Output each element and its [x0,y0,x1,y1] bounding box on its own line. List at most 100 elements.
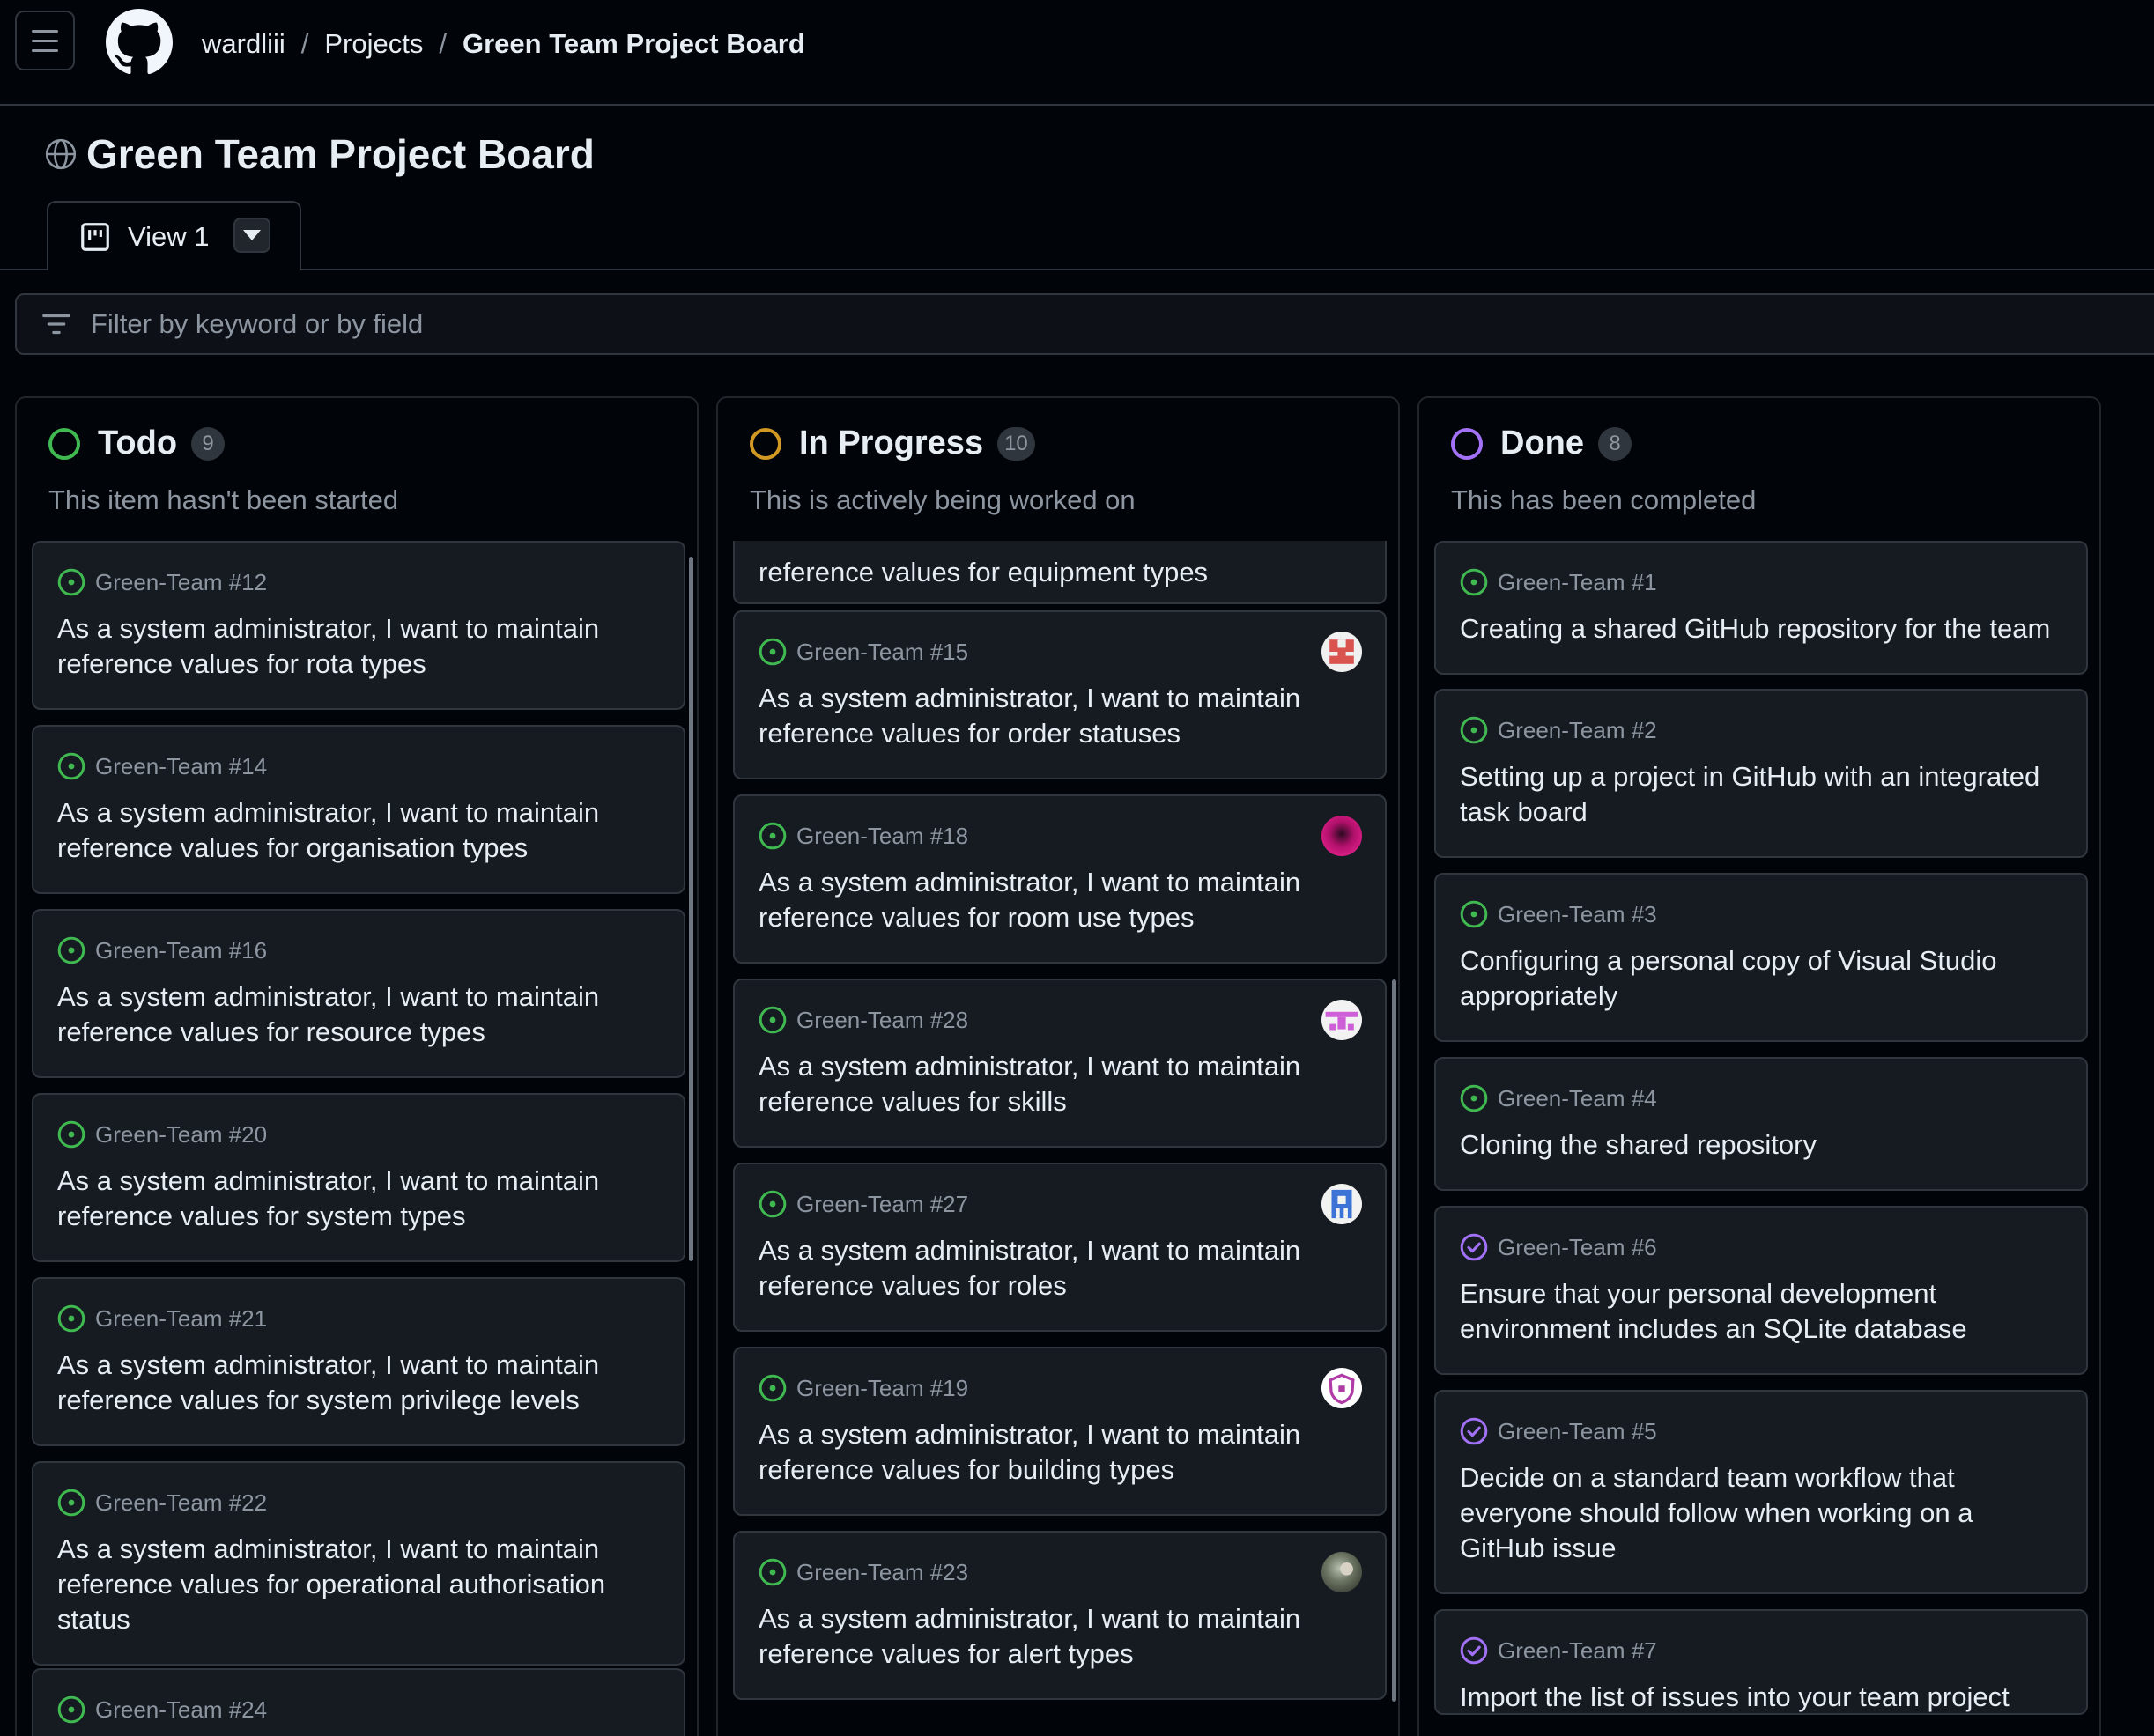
issue-title[interactable]: As a system administrator, I want to mai… [57,1532,656,1637]
issue-title[interactable]: As a system administrator, I want to mai… [759,1049,1358,1119]
issue-ref[interactable]: Green-Team #5 [1498,1418,1657,1445]
issue-ref[interactable]: Green-Team #19 [796,1375,968,1402]
issue-card[interactable]: Green-Team #14 As a system administrator,… [32,725,685,894]
column-description: This item hasn't been started [48,484,399,515]
column-title: Done [1500,425,1584,462]
issue-title[interactable]: As a system administrator, I want to mai… [759,681,1358,751]
issue-title[interactable]: As a system administrator, I want to mai… [759,865,1358,935]
issue-card[interactable]: Green-Team #23 As a system administrator,… [733,1531,1387,1700]
assignee-avatar[interactable] [1321,632,1362,672]
breadcrumb-projects-link[interactable]: Projects [324,25,423,63]
menu-line [32,48,58,52]
issue-card[interactable]: Green-Team #22 As a system administrator,… [32,1461,685,1666]
breadcrumb-owner-link[interactable]: wardliii [202,25,285,63]
issue-ref[interactable]: Green-Team #28 [796,1007,968,1034]
issue-open-icon [759,1190,787,1218]
column-items: reference values for equipment types Gree… [733,541,1387,1736]
issue-ref[interactable]: Green-Team #1 [1498,569,1657,596]
column-description: This is actively being worked on [750,484,1136,515]
issue-title[interactable]: Cloning the shared repository [1460,1127,2059,1163]
breadcrumb: wardliii / Projects / Green Team Project… [202,25,805,63]
column-scrollbar[interactable] [1392,979,1396,1702]
issue-card[interactable]: Green-Team #28 As a system administrator,… [733,979,1387,1148]
column-items: Green-Team #12 As a system administrator,… [32,541,685,1736]
issue-title[interactable]: reference values for equipment types [759,555,1358,590]
page-title: Green Team Project Board [86,131,595,177]
hamburger-menu-button[interactable] [15,11,75,70]
issue-card[interactable]: Green-Team #4 Cloning the shared reposito… [1434,1057,2088,1191]
issue-ref[interactable]: Green-Team #15 [796,639,968,666]
issue-ref-row: Green-Team #7 [1459,1636,1657,1666]
issue-card[interactable]: Green-Team #24 [32,1668,685,1736]
column-done: Done 8 This has been completed Green-Tea… [1417,396,2101,1736]
issue-ref[interactable]: Green-Team #18 [796,823,968,850]
issue-ref[interactable]: Green-Team #4 [1498,1085,1657,1112]
issue-card[interactable]: Green-Team #16 As a system administrator,… [32,909,685,1078]
issue-ref-row: Green-Team #16 [56,935,267,965]
issue-title[interactable]: Setting up a project in GitHub with an i… [1460,759,2059,830]
issue-card[interactable]: Green-Team #27 As a system administrator,… [733,1163,1387,1332]
issue-card[interactable]: Green-Team #15 As a system administrator,… [733,610,1387,779]
filter-input[interactable] [89,307,1150,341]
assignee-avatar[interactable] [1321,1368,1362,1408]
issue-ref[interactable]: Green-Team #6 [1498,1234,1657,1261]
issue-ref[interactable]: Green-Team #3 [1498,901,1657,928]
issue-card[interactable]: Green-Team #21 As a system administrator,… [32,1277,685,1446]
column-status-icon [48,427,80,460]
issue-title[interactable]: Import the list of issues into your team… [1460,1680,2059,1715]
issue-card[interactable]: Green-Team #1 Creating a shared GitHub re… [1434,541,2088,675]
issue-ref[interactable]: Green-Team #7 [1498,1637,1657,1665]
issue-ref[interactable]: Green-Team #21 [95,1305,267,1333]
issue-title[interactable]: As a system administrator, I want to mai… [57,1163,656,1234]
view-options-button[interactable] [233,218,270,253]
issue-title[interactable]: Decide on a standard team workflow that … [1460,1460,2059,1566]
issue-title[interactable]: As a system administrator, I want to mai… [57,979,656,1050]
issue-ref[interactable]: Green-Team #24 [95,1696,267,1724]
issue-ref[interactable]: Green-Team #14 [95,753,267,780]
issue-open-icon [57,568,85,596]
issue-card[interactable]: Green-Team #6 Ensure that your personal d… [1434,1206,2088,1375]
assignee-avatar[interactable] [1321,1552,1362,1592]
issue-ref[interactable]: Green-Team #16 [95,937,267,964]
issue-card[interactable]: Green-Team #12 As a system administrator,… [32,541,685,710]
issue-card[interactable]: Green-Team #7 Import the list of issues i… [1434,1609,2088,1715]
top-header: wardliii / Projects / Green Team Project… [0,0,2154,106]
issue-ref[interactable]: Green-Team #27 [796,1191,968,1218]
tab-view-1[interactable]: View 1 [47,201,301,270]
issue-card[interactable]: Green-Team #3 Configuring a personal copy… [1434,873,2088,1042]
issue-title[interactable]: As a system administrator, I want to mai… [759,1601,1358,1672]
issue-open-icon [759,1374,787,1402]
github-logo-icon[interactable] [106,9,173,76]
issue-title[interactable]: As a system administrator, I want to mai… [57,795,656,866]
assignee-avatar[interactable] [1321,816,1362,856]
issue-card[interactable]: reference values for equipment types [733,541,1387,604]
column-scrollbar[interactable] [689,557,693,1261]
issue-title[interactable]: Configuring a personal copy of Visual St… [1460,943,2059,1014]
issue-ref[interactable]: Green-Team #20 [95,1121,267,1149]
issue-card[interactable]: Green-Team #20 As a system administrator,… [32,1093,685,1262]
issue-title[interactable]: Ensure that your personal development en… [1460,1276,2059,1347]
column-header: In Progress 10 [750,425,1035,462]
issue-ref[interactable]: Green-Team #23 [796,1559,968,1586]
issue-card[interactable]: Green-Team #5 Decide on a standard team w… [1434,1390,2088,1594]
issue-ref-row: Green-Team #2 [1459,715,1657,745]
issue-title[interactable]: As a system administrator, I want to mai… [759,1417,1358,1488]
issue-title[interactable]: As a system administrator, I want to mai… [759,1233,1358,1304]
breadcrumb-current-project[interactable]: Green Team Project Board [463,25,805,63]
issue-title[interactable]: As a system administrator, I want to mai… [57,1348,656,1418]
assignee-avatar[interactable] [1321,1000,1362,1040]
issue-title[interactable]: As a system administrator, I want to mai… [57,611,656,682]
issue-ref[interactable]: Green-Team #22 [95,1489,267,1517]
issue-ref[interactable]: Green-Team #12 [95,569,267,596]
column-items: Green-Team #1 Creating a shared GitHub re… [1434,541,2088,1736]
issue-open-icon [759,638,787,666]
assignee-avatar[interactable] [1321,1184,1362,1224]
issue-ref-row: Green-Team #27 [758,1189,968,1219]
issue-card[interactable]: Green-Team #19 As a system administrator,… [733,1347,1387,1516]
issue-title[interactable]: Creating a shared GitHub repository for … [1460,611,2059,646]
issue-card[interactable]: Green-Team #2 Setting up a project in Git… [1434,689,2088,858]
issue-card[interactable]: Green-Team #18 As a system administrator,… [733,794,1387,964]
filter-bar[interactable] [15,293,2154,355]
globe-icon [45,138,77,170]
issue-ref[interactable]: Green-Team #2 [1498,717,1657,744]
